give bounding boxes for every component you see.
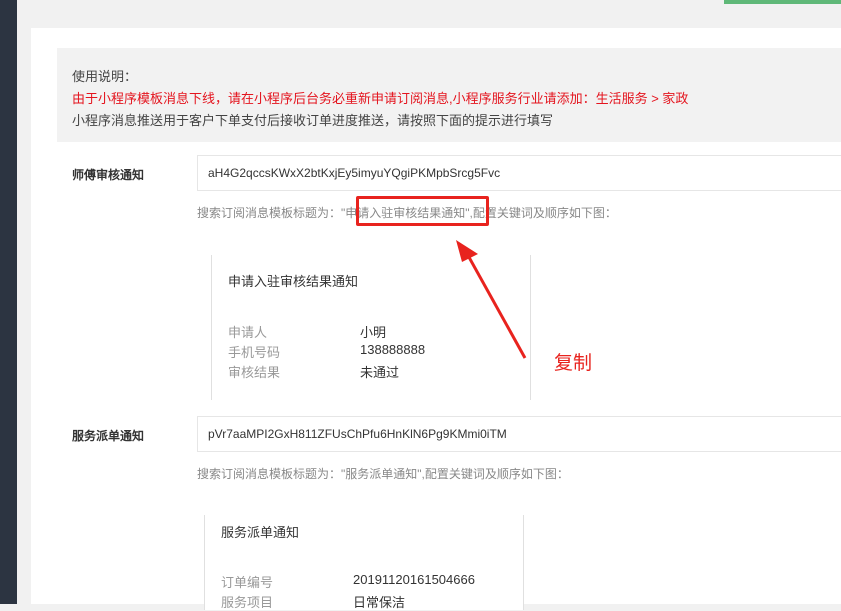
audit-card-value: 138888888 <box>360 342 426 357</box>
dispatch-hint: 搜索订阅消息模板标题为："服务派单通知",配置关键词及顺序如下图： <box>197 467 569 481</box>
audit-card-key: 申请人 <box>228 325 268 340</box>
active-tab-indicator <box>724 0 841 4</box>
notice-heading: 使用说明： <box>72 69 138 84</box>
audit-hint-suffix: ,配置关键词及顺序如下图： <box>469 206 617 220</box>
dispatch-card-value: 20191120161504666 <box>353 572 475 587</box>
dispatch-notice-label: 服务派单通知 <box>72 429 145 443</box>
notice-warning: 由于小程序模板消息下线，请在小程序后台务必重新申请订阅消息,小程序服务行业请添加… <box>72 91 689 106</box>
usage-notice: 使用说明： 由于小程序模板消息下线，请在小程序后台务必重新申请订阅消息,小程序服… <box>57 48 841 142</box>
audit-hint-prefix: 搜索订阅消息模板标题为： <box>197 206 342 220</box>
top-tab-bar <box>17 0 841 28</box>
audit-card-key: 手机号码 <box>228 345 281 360</box>
audit-card-key: 审核结果 <box>228 365 281 380</box>
highlight-box <box>356 196 489 226</box>
dispatch-template-preview: 服务派单通知 订单编号 20191120161504666 服务项目 日常保洁 <box>204 515 524 610</box>
dispatch-card-title: 服务派单通知 <box>221 525 300 540</box>
copy-annotation: 复制 <box>554 353 593 374</box>
notice-description: 小程序消息推送用于客户下单支付后接收订单进度推送，请按照下面的提示进行填写 <box>72 113 554 128</box>
dispatch-card-key: 订单编号 <box>221 575 274 590</box>
dispatch-card-value: 日常保洁 <box>353 595 406 610</box>
dispatch-card-key: 服务项目 <box>221 595 274 610</box>
audit-card-value: 未通过 <box>360 365 400 380</box>
audit-notice-label: 师傅审核通知 <box>72 168 145 182</box>
annotation-arrow-icon <box>456 240 527 359</box>
dispatch-template-id-input[interactable]: pVr7aaMPI2GxH811ZFUsChPfu6HnKlN6Pg9KMmi0… <box>197 416 841 452</box>
admin-sidebar <box>0 0 17 604</box>
audit-card-value: 小明 <box>360 325 387 340</box>
audit-template-id-input[interactable]: aH4G2qccsKWxX2btKxjEy5imyuYQgiPKMpbSrcg5… <box>197 155 841 191</box>
audit-card-title: 申请入驻审核结果通知 <box>228 274 359 289</box>
